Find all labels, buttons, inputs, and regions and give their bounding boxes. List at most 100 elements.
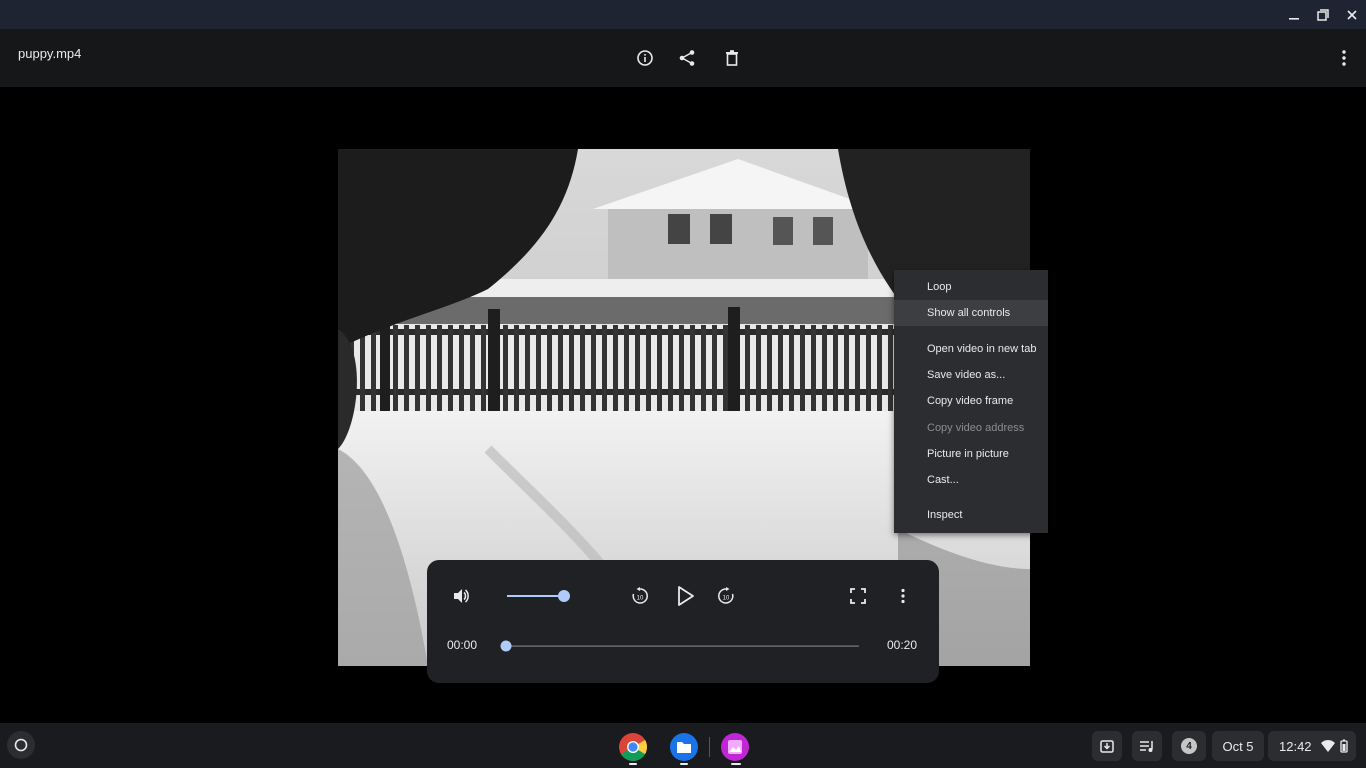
- shelf-divider: [709, 737, 710, 757]
- volume-slider[interactable]: [505, 588, 573, 604]
- forward-10-icon[interactable]: 10: [714, 584, 738, 608]
- seek-track: [501, 645, 859, 647]
- fence-picket: [591, 325, 596, 421]
- fence-picket: [657, 325, 662, 421]
- seek-thumb: [500, 640, 512, 652]
- file-name: puppy.mp4: [18, 46, 82, 61]
- fence-picket: [701, 325, 706, 421]
- fence-picket: [833, 325, 838, 421]
- fence-picket: [360, 325, 365, 421]
- duration-time: 00:20: [887, 638, 918, 652]
- media-controls-icon[interactable]: [1132, 731, 1162, 761]
- battery-icon: [1339, 739, 1348, 753]
- fence-picket: [866, 325, 871, 421]
- fence-picket: [690, 325, 695, 421]
- share-icon[interactable]: [673, 44, 701, 72]
- fence-picket: [855, 325, 860, 421]
- shelf: 4 Oct 5 12:42: [0, 723, 1366, 768]
- wifi-icon: [1320, 740, 1335, 752]
- fence-picket: [536, 325, 541, 421]
- clock: 12:42: [1279, 738, 1312, 754]
- fence-picket: [602, 325, 607, 421]
- fence-picket: [613, 325, 618, 421]
- fence-picket: [580, 325, 585, 421]
- fence-picket: [635, 325, 640, 421]
- fence-picket: [745, 325, 750, 421]
- fence-picket: [844, 325, 849, 421]
- fence-picket: [569, 325, 574, 421]
- fence-picket: [877, 325, 882, 421]
- notification-counter[interactable]: 4: [1172, 731, 1206, 761]
- svg-text:10: 10: [723, 596, 730, 602]
- notification-count: 4: [1181, 738, 1197, 754]
- app-running-indicator: [731, 763, 741, 765]
- fence-picket: [470, 325, 475, 421]
- fence-picket: [525, 325, 530, 421]
- files-icon[interactable]: [669, 732, 699, 762]
- fence-picket: [547, 325, 552, 421]
- fence-picket: [415, 325, 420, 421]
- fence-picket: [393, 325, 398, 421]
- volume-icon[interactable]: [449, 584, 473, 608]
- volume-fill: [507, 595, 563, 597]
- menu-item-save-video[interactable]: Save video as...: [894, 362, 1048, 388]
- fence-picket: [481, 325, 486, 421]
- fence-picket: [756, 325, 761, 421]
- video-controls-panel: 10 10 00:00 00:20: [427, 560, 939, 683]
- app-running-indicator: [680, 763, 688, 765]
- app-header: puppy.mp4: [0, 29, 1366, 87]
- fence-picket: [800, 325, 805, 421]
- fence-picket: [822, 325, 827, 421]
- info-icon[interactable]: [631, 44, 659, 72]
- current-time: 00:00: [447, 638, 478, 652]
- svg-text:10: 10: [637, 596, 644, 602]
- fence-picket: [888, 325, 893, 421]
- play-icon[interactable]: [671, 582, 699, 610]
- fence-picket: [558, 325, 563, 421]
- menu-item-copy-video-address: Copy video address: [927, 422, 1025, 434]
- status-area[interactable]: 12:42: [1268, 731, 1356, 761]
- fence-picket: [668, 325, 673, 421]
- fullscreen-icon[interactable]: [846, 584, 870, 608]
- more-options-icon[interactable]: [891, 584, 915, 608]
- menu-item-inspect[interactable]: Inspect: [894, 502, 1048, 528]
- seek-bar[interactable]: [499, 638, 861, 654]
- fence-picket: [712, 325, 717, 421]
- fence-picket: [679, 325, 684, 421]
- fence-picket: [778, 325, 783, 421]
- menu-item-picture-in-picture[interactable]: Picture in picture: [894, 441, 1048, 467]
- fence-picket: [404, 325, 409, 421]
- minimize-icon[interactable]: [1283, 4, 1305, 26]
- fence-picket: [811, 325, 816, 421]
- app-running-indicator: [629, 763, 637, 765]
- launcher-icon: [14, 738, 28, 752]
- menu-item-loop[interactable]: Loop: [894, 274, 1048, 300]
- launcher-button[interactable]: [7, 731, 35, 759]
- fence-picket: [503, 325, 508, 421]
- fence-picket: [646, 325, 651, 421]
- holding-space-icon[interactable]: [1092, 731, 1122, 761]
- menu-item-show-all-controls[interactable]: Show all controls: [894, 300, 1048, 326]
- fence-picket: [437, 325, 442, 421]
- menu-item-open-video-new-tab[interactable]: Open video in new tab: [894, 336, 1048, 362]
- restore-icon[interactable]: [1312, 4, 1334, 26]
- fence-picket: [459, 325, 464, 421]
- fence-picket: [767, 325, 772, 421]
- fence-picket: [723, 325, 728, 421]
- delete-icon[interactable]: [718, 44, 746, 72]
- close-icon[interactable]: [1341, 4, 1363, 26]
- window-titlebar: [0, 0, 1366, 29]
- context-menu: Loop Show all controls Open video in new…: [894, 270, 1048, 533]
- more-vert-icon[interactable]: [1330, 44, 1358, 72]
- fence-picket: [426, 325, 431, 421]
- fence-picket: [514, 325, 519, 421]
- gallery-icon[interactable]: [720, 732, 750, 762]
- chrome-icon[interactable]: [618, 732, 648, 762]
- date-tray[interactable]: Oct 5: [1212, 731, 1264, 761]
- fence-picket: [448, 325, 453, 421]
- fence-picket: [624, 325, 629, 421]
- menu-item-copy-video-frame[interactable]: Copy video frame: [894, 388, 1048, 414]
- fence-picket: [371, 325, 376, 421]
- menu-item-cast[interactable]: Cast...: [894, 467, 1048, 493]
- rewind-10-icon[interactable]: 10: [628, 584, 652, 608]
